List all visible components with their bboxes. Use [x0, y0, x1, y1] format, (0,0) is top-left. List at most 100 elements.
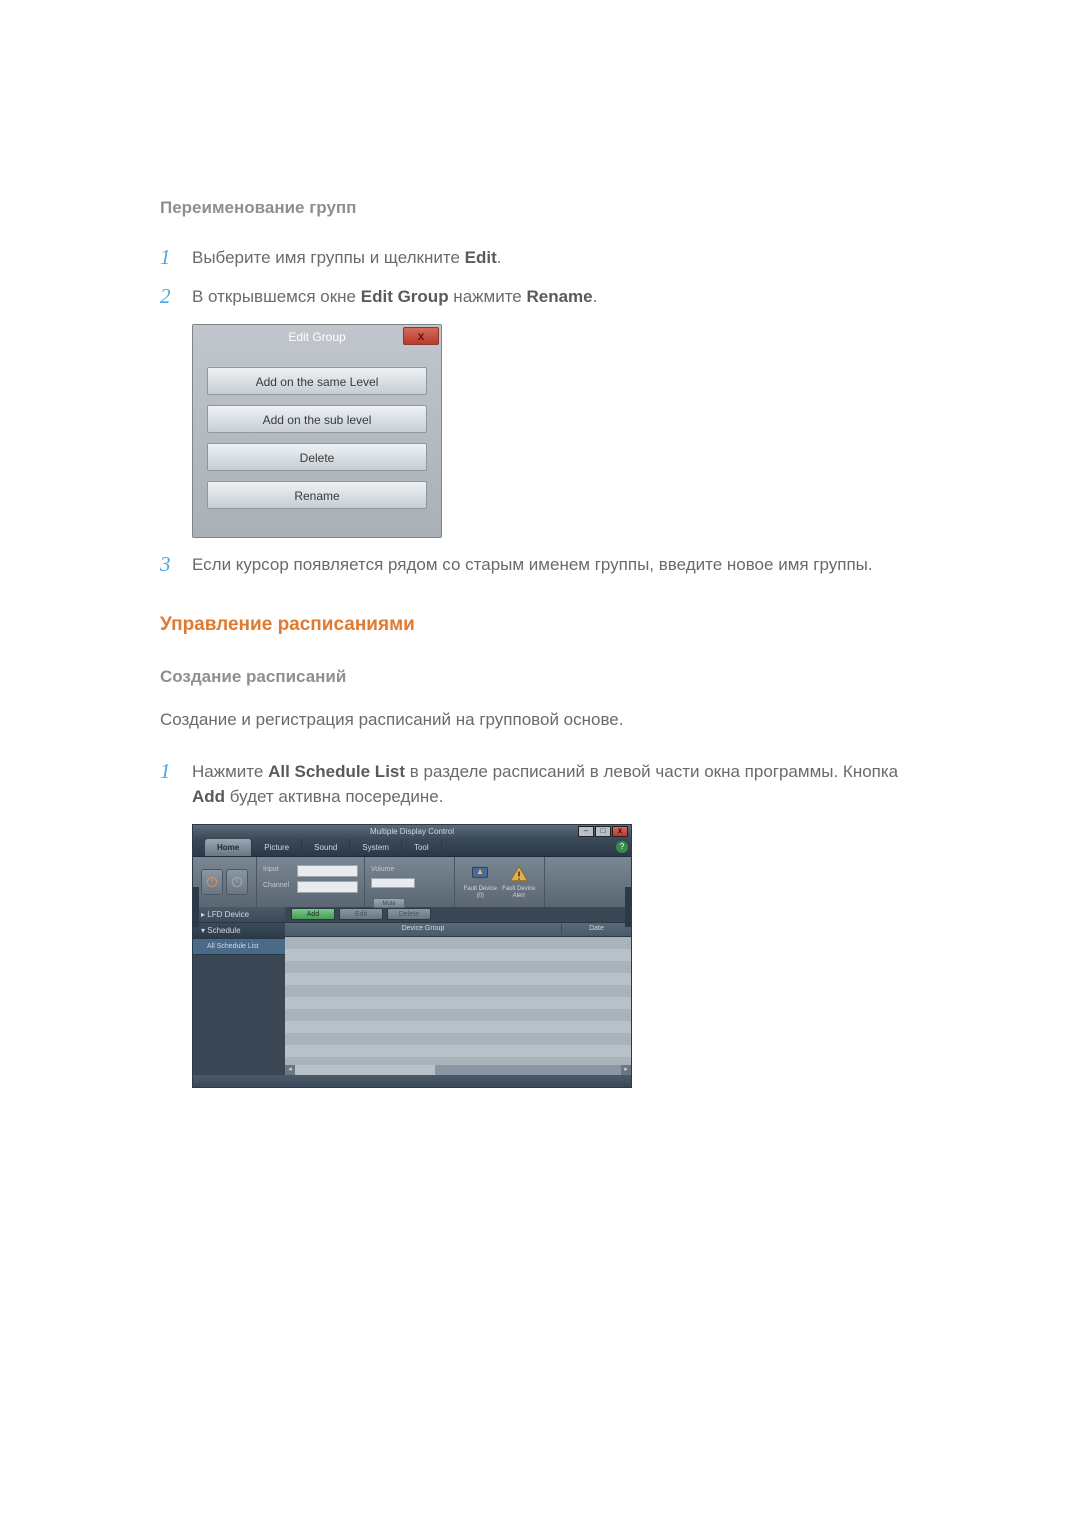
scroll-right-button[interactable]: ▸	[621, 1065, 631, 1075]
sidebar-lfd-device[interactable]: ▸ LFD Device	[193, 907, 285, 923]
ribbon-input-group: Input Channel	[257, 857, 365, 907]
mdc-title: Multiple Display Control	[370, 827, 454, 836]
step-number: 1	[160, 759, 192, 810]
step-text: Если курсор появляется рядом со старым и…	[192, 552, 920, 578]
edit-group-dialog: Edit Group x Add on the same Level Add o…	[192, 324, 442, 538]
txt: Schedule	[207, 926, 240, 935]
add-sub-level-button[interactable]: Add on the sub level	[207, 405, 427, 433]
tab-home[interactable]: Home	[205, 839, 252, 856]
add-same-level-button[interactable]: Add on the same Level	[207, 367, 427, 395]
power-icon	[205, 875, 219, 889]
txt: В открывшемся окне	[192, 287, 361, 306]
section-title-rename: Переименование групп	[160, 195, 920, 221]
tab-tool[interactable]: Tool	[402, 839, 442, 856]
mdc-ribbon: Input Channel Volume Mute	[193, 857, 631, 907]
mdc-titlebar: Multiple Display Control – □ x	[193, 825, 631, 839]
rename-steps: 1 Выберите имя группы и щелкните Edit. 2…	[160, 245, 920, 310]
schedule-steps: 1 Нажмите All Schedule List в разделе ра…	[160, 759, 920, 810]
sidebar-schedule[interactable]: ▾ Schedule	[193, 923, 285, 939]
ribbon-volume-group: Volume Mute	[365, 857, 455, 907]
step-1: 1 Выберите имя группы и щелкните Edit.	[160, 245, 920, 271]
channel-label: Channel	[263, 881, 297, 892]
grid-header: Device Group Date	[285, 923, 631, 937]
subsection-title-create: Создание расписаний	[160, 664, 920, 690]
section-description: Создание и регистрация расписаний на гру…	[160, 707, 920, 733]
header-date: Date	[561, 924, 631, 935]
step-number: 2	[160, 284, 192, 310]
input-select[interactable]	[297, 865, 358, 877]
mdc-sidebar: ▸ LFD Device ▾ Schedule All Schedule Lis…	[193, 907, 285, 1075]
dialog-title: Edit Group	[288, 330, 345, 344]
add-button[interactable]: Add	[291, 908, 335, 920]
txt: нажмите	[449, 287, 527, 306]
bold: Add	[192, 787, 225, 806]
bold: Edit Group	[361, 287, 449, 306]
bold: Edit	[465, 248, 497, 267]
dialog-body: Add on the same Level Add on the sub lev…	[193, 349, 441, 525]
txt: .	[497, 248, 502, 267]
fault-device-count[interactable]: Fault Device (0)	[464, 864, 497, 899]
txt: Alert	[513, 893, 525, 900]
ribbon-scroll-right[interactable]	[625, 887, 631, 927]
txt: Fault Device	[502, 886, 535, 893]
txt: Нажмите	[192, 762, 268, 781]
step-text: Выберите имя группы и щелкните Edit.	[192, 245, 920, 271]
header-device-group: Device Group	[285, 924, 561, 935]
volume-field[interactable]	[371, 878, 415, 888]
schedule-grid: ◂ ▸	[285, 937, 631, 1075]
power-off-button[interactable]	[226, 869, 248, 895]
help-button[interactable]: ?	[616, 841, 628, 853]
step-3: 3 Если курсор появляется рядом со старым…	[160, 552, 920, 578]
txt: Fault Device	[464, 886, 497, 893]
ribbon-power-group	[193, 857, 257, 907]
step-number: 3	[160, 552, 192, 578]
edit-button[interactable]: Edit	[339, 908, 383, 920]
delete-button[interactable]: Delete	[387, 908, 431, 920]
window-maximize-button[interactable]: □	[595, 826, 611, 837]
window-minimize-button[interactable]: –	[578, 826, 594, 837]
mdc-statusbar	[193, 1075, 631, 1087]
mdc-window: Multiple Display Control – □ x Home Pict…	[192, 824, 632, 1088]
warning-icon	[509, 864, 529, 884]
window-buttons: – □ x	[578, 826, 628, 837]
bold: Rename	[526, 287, 592, 306]
bold: All Schedule List	[268, 762, 405, 781]
section-heading-schedules: Управление расписаниями	[160, 611, 920, 640]
power-on-button[interactable]	[201, 869, 223, 895]
rename-button[interactable]: Rename	[207, 481, 427, 509]
scroll-thumb[interactable]	[295, 1065, 435, 1075]
tab-picture[interactable]: Picture	[252, 839, 302, 856]
txt: (0)	[477, 893, 484, 900]
mute-button[interactable]: Mute	[373, 898, 405, 908]
tab-system[interactable]: System	[350, 839, 402, 856]
action-row: Add Edit Delete	[285, 907, 631, 923]
window-close-button[interactable]: x	[612, 826, 628, 837]
ribbon-fault-group: Fault Device (0) Fault Device Alert	[455, 857, 545, 907]
txt: .	[593, 287, 598, 306]
step-2: 2 В открывшемся окне Edit Group нажмите …	[160, 284, 920, 310]
mdc-tabs: Home Picture Sound System Tool	[193, 839, 631, 857]
step-text: В открывшемся окне Edit Group нажмите Re…	[192, 284, 920, 310]
dialog-titlebar: Edit Group x	[193, 325, 441, 349]
tab-sound[interactable]: Sound	[302, 839, 350, 856]
fault-device-alert[interactable]: Fault Device Alert	[502, 864, 535, 899]
scroll-left-button[interactable]: ◂	[285, 1065, 295, 1075]
power-icon	[230, 875, 244, 889]
step-1: 1 Нажмите All Schedule List в разделе ра…	[160, 759, 920, 810]
txt: Выберите имя группы и щелкните	[192, 248, 465, 267]
txt: LFD Device	[207, 910, 249, 919]
txt: будет активна посередине.	[225, 787, 443, 806]
horizontal-scrollbar[interactable]: ◂ ▸	[285, 1065, 631, 1075]
mdc-main: Add Edit Delete Device Group Date ◂	[285, 907, 631, 1075]
input-label: Input	[263, 865, 297, 876]
step-text: Нажмите All Schedule List в разделе расп…	[192, 759, 920, 810]
ribbon-scroll-left[interactable]	[193, 887, 199, 927]
channel-select[interactable]	[297, 881, 358, 893]
step-number: 1	[160, 245, 192, 271]
volume-label: Volume	[371, 865, 448, 876]
monitor-warning-icon	[470, 864, 490, 884]
sidebar-all-schedule-list[interactable]: All Schedule List	[193, 939, 285, 955]
dialog-close-button[interactable]: x	[403, 327, 439, 345]
txt: в разделе расписаний в левой части окна …	[405, 762, 898, 781]
delete-button[interactable]: Delete	[207, 443, 427, 471]
